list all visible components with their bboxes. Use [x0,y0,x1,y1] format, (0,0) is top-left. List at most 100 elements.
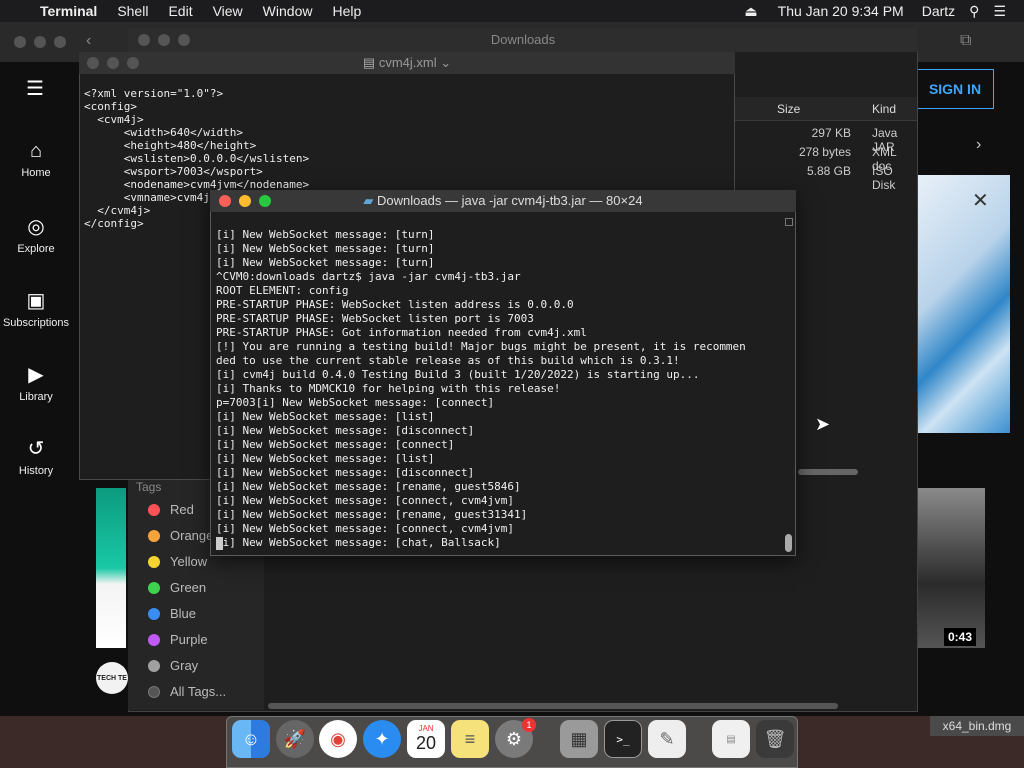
hamburger-menu-icon[interactable]: ☰ [26,76,44,101]
terminal-title-bar: ▰ Downloads — java -jar cvm4j-tb3.jar — … [210,190,796,212]
terminal-line: [i] cvm4j build 0.4.0 Testing Build 3 (b… [216,368,700,381]
zoom-button[interactable] [178,34,190,46]
notes-icon[interactable]: ≡ [451,720,489,758]
document-icon[interactable]: ▤ [712,720,750,758]
terminal-line: [i] New WebSocket message: [turn] [216,228,435,241]
terminal-line: [i] New WebSocket message: [turn] [216,242,435,255]
terminal-line: [i] New WebSocket message: [turn] [216,256,435,269]
terminal-line: PRE-STARTUP PHASE: WebSocket listen port… [216,312,534,325]
file-row[interactable]: 278 bytes XML doc [735,142,917,173]
minimize-button[interactable] [158,34,170,46]
archive-utility-icon[interactable]: ▦ [560,720,598,758]
column-size[interactable]: Size [777,102,800,116]
launchpad-icon[interactable]: 🚀 [276,720,314,758]
notification-badge: 1 [522,718,536,732]
textedit-icon[interactable]: ✎ [648,720,686,758]
code-line: <wslisten>0.0.0.0</wslisten> [84,152,310,165]
terminal-output[interactable]: [i] New WebSocket message: [turn] [i] New… [216,214,778,564]
file-row[interactable]: 5.88 GB ISO Disk [735,161,917,192]
trash-icon[interactable]: 🗑 [756,720,794,758]
sidebar-item-history[interactable]: ↺ History [0,436,72,477]
code-line: <width>640</width> [84,126,243,139]
zoom-button[interactable] [54,36,66,48]
video-thumbnail[interactable] [96,488,126,648]
sidebar-item-explore[interactable]: ◎ Explore [0,214,72,255]
chrome-icon[interactable]: ◉ [319,720,357,758]
close-ad-icon[interactable]: ✕ [972,188,989,213]
code-line: <config> [84,100,137,113]
tag-blue[interactable]: Blue [148,606,196,621]
tag-color-dot [148,659,160,672]
tag-purple[interactable]: Purple [148,632,208,647]
channel-avatar[interactable]: TECH TE [96,662,128,694]
minimize-button[interactable] [107,57,119,69]
terminal-title: Downloads — java -jar cvm4j-tb3.jar — 80… [377,193,643,208]
scrollbar-thumb[interactable] [785,534,792,552]
text-cursor [216,537,223,550]
user-name[interactable]: Dartz [922,3,955,19]
tag-green[interactable]: Green [148,580,206,595]
spotlight-search-icon[interactable]: ⚲ [969,3,979,20]
sidebar-item-home[interactable]: ⌂ Home [0,140,72,179]
tag-yellow[interactable]: Yellow [148,554,207,569]
finder-icon[interactable]: ☺ [232,720,270,758]
horizontal-scrollbar[interactable] [798,469,858,475]
minimize-button[interactable] [34,36,46,48]
scroll-split-icon[interactable] [785,218,793,226]
close-button[interactable] [14,36,26,48]
horizontal-scrollbar[interactable] [268,703,838,709]
back-icon[interactable]: ‹ [86,32,91,50]
desktop-file-label[interactable]: x64_bin.dmg [930,716,1024,736]
tag-color-dot [148,503,160,516]
tag-color-dot [148,607,160,620]
file-row[interactable]: 297 KB Java JAR [735,123,917,154]
menu-edit[interactable]: Edit [168,3,192,19]
sidebar-item-library[interactable]: ▶ Library [0,362,72,403]
clock[interactable]: Thu Jan 20 9:34 PM [778,3,904,19]
close-button[interactable] [138,34,150,46]
tag-red[interactable]: Red [148,502,194,517]
compass-icon: ◎ [27,216,45,238]
tabs-icon[interactable]: ⧉ [960,32,971,50]
safari-icon[interactable]: ✦ [363,720,401,758]
terminal-line: ded to use the current stable release as… [216,354,680,367]
finder-title: Downloads [128,28,918,52]
zoom-button[interactable] [259,195,271,207]
youtube-sidebar: ⌂ Home ◎ Explore ▣ Subscriptions ▶ Library ↺… [0,62,72,492]
menu-app-name[interactable]: Terminal [40,3,97,19]
minimize-button[interactable] [239,195,251,207]
tag-gray[interactable]: Gray [148,658,198,673]
close-button[interactable] [87,57,99,69]
menu-view[interactable]: View [213,3,243,19]
ad-banner[interactable] [918,175,1010,433]
menu-shell[interactable]: Shell [117,3,148,19]
column-header: Size Kind [735,97,917,121]
code-line: <?xml version="1.0"?> [84,87,224,100]
column-kind[interactable]: Kind [872,102,896,116]
sidebar-item-subscriptions[interactable]: ▣ Subscriptions [0,288,72,329]
close-button[interactable] [219,195,231,207]
menu-help[interactable]: Help [332,3,361,19]
library-icon: ▶ [28,364,44,386]
control-center-icon[interactable]: ☰ [993,3,1006,20]
editor-title[interactable]: cvm4j.xml ⌄ [379,55,451,70]
menu-window[interactable]: Window [263,3,313,19]
zoom-button[interactable] [127,57,139,69]
terminal-line: [i] New WebSocket message: [list] [216,452,435,465]
terminal-line: ROOT ELEMENT: config [216,284,349,297]
terminal-line: [!] You are running a testing build! Maj… [216,340,746,353]
menu-bar: Terminal Shell Edit View Window Help ⏏ T… [0,0,1024,22]
code-line: <height>480</height> [84,139,257,152]
tag-all-tags[interactable]: All Tags... [148,684,226,699]
sign-in-button[interactable]: SIGN IN [916,69,994,109]
terminal-line: PRE-STARTUP PHASE: WebSocket listen addr… [216,298,574,311]
vertical-scrollbar[interactable] [783,214,793,552]
terminal-icon[interactable]: >_ [604,720,642,758]
tag-orange[interactable]: Orange [148,528,213,543]
code-line: <wsport>7003</wsport> [84,165,263,178]
chevron-right-icon[interactable]: › [976,136,981,154]
calendar-icon[interactable]: JAN 20 [407,720,445,758]
eject-icon[interactable]: ⏏ [744,3,757,20]
history-icon: ↺ [27,438,45,460]
tag-color-dot [148,555,160,568]
